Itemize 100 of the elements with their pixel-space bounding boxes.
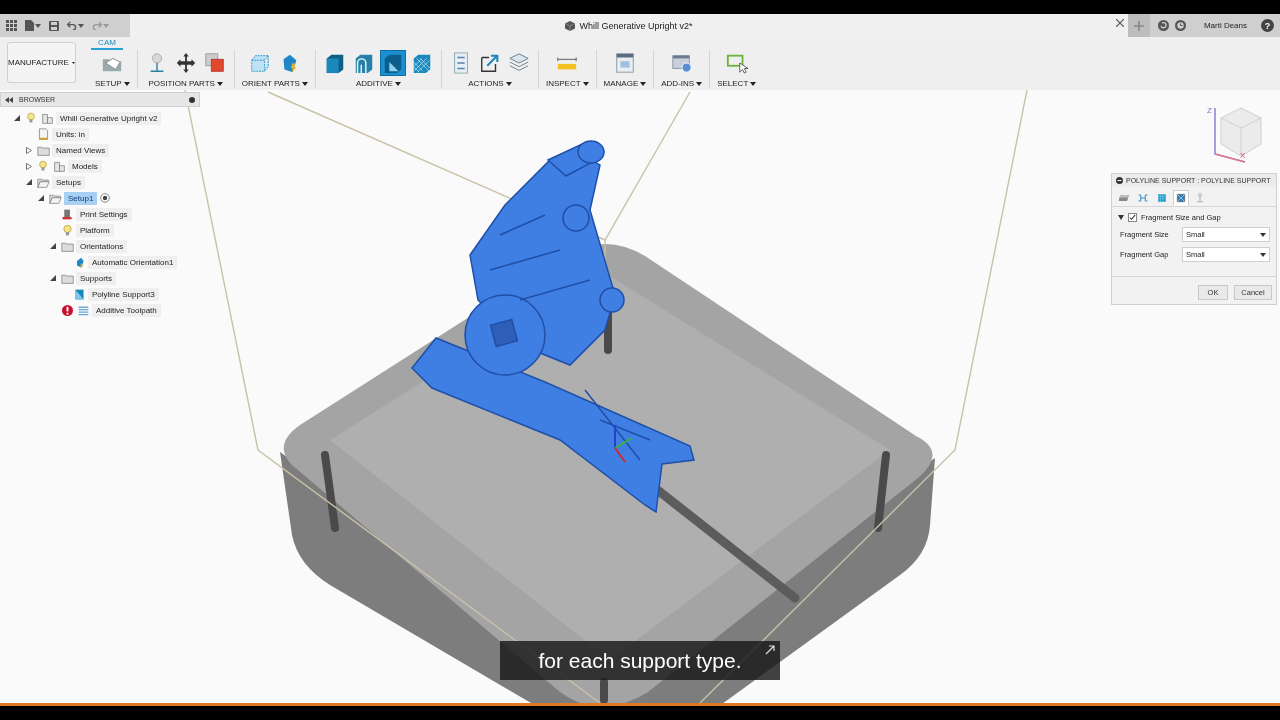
expand-arrow-icon <box>765 645 775 655</box>
new-tab-button[interactable] <box>1127 14 1150 37</box>
document-icon <box>36 127 50 141</box>
mesh-square-icon <box>1175 192 1187 204</box>
caret-icon <box>750 81 757 86</box>
wireframe-box-icon <box>249 52 272 74</box>
expand-arrow-icon[interactable] <box>26 162 32 170</box>
caret-icon <box>103 23 109 28</box>
caret-down-icon <box>1118 215 1124 220</box>
grid-icon <box>6 20 17 31</box>
caret-icon <box>1260 252 1266 257</box>
expanded-triangle-icon <box>50 243 56 249</box>
expand-arrow-icon[interactable] <box>26 146 32 154</box>
collapse-arrow-icon[interactable] <box>26 179 32 185</box>
tree-item[interactable]: Whill Generative Upright v2 <box>56 111 162 125</box>
minus-circle-icon <box>1116 177 1123 184</box>
layers-icon <box>1118 192 1130 204</box>
window-icon <box>613 52 636 74</box>
caret-icon <box>640 81 647 86</box>
tree-item[interactable]: Supports <box>76 271 117 285</box>
expanded-triangle-icon <box>26 179 32 185</box>
caret-icon <box>216 81 223 86</box>
pin-panel-button[interactable] <box>189 96 195 103</box>
component-icon <box>40 111 54 125</box>
tree-item[interactable]: Setups <box>52 175 85 189</box>
caret-icon <box>35 23 41 28</box>
tree-item[interactable]: Models <box>68 159 102 173</box>
tree-item[interactable]: Additive Toolpath <box>92 303 161 317</box>
toolbar-dropdown[interactable]: POSITION PARTS <box>148 79 223 88</box>
undo-button[interactable] <box>67 21 84 30</box>
clock-icon <box>1174 20 1186 31</box>
caret-icon <box>394 81 401 86</box>
toolbar-dropdown[interactable]: ADDITIVE <box>355 79 401 88</box>
document-tab[interactable]: Whill Generative Upright v2* <box>130 14 1128 37</box>
document-title: Whill Generative Upright v2* <box>579 20 693 31</box>
section-toggle[interactable] <box>1118 215 1124 220</box>
tree-item[interactable]: Setup1 <box>64 191 98 205</box>
file-menu-button[interactable] <box>25 20 41 31</box>
undo-icon <box>67 21 77 30</box>
caret-icon <box>696 81 703 86</box>
collapse-panel-button[interactable] <box>5 96 13 103</box>
mesh-block-icon <box>410 52 433 74</box>
tree-item[interactable]: Named Views <box>52 143 110 157</box>
move-icon <box>174 52 197 74</box>
checkbox[interactable] <box>1128 213 1137 222</box>
toolbar-dropdown[interactable]: ACTIONS <box>468 79 512 88</box>
collapse-arrow-icon[interactable] <box>38 195 44 201</box>
layers-icon <box>507 52 530 74</box>
redo-icon <box>92 21 102 30</box>
tree-item[interactable]: Units: in <box>52 127 89 141</box>
workspace-dropdown[interactable]: MANUFACTURE <box>7 42 76 83</box>
caret-icon <box>301 81 308 86</box>
plus-icon <box>1133 20 1144 31</box>
sync-icon <box>1157 20 1169 31</box>
save-icon <box>49 20 59 31</box>
toolbar-dropdown[interactable]: ORIENT PARTS <box>241 79 308 88</box>
expanded-triangle-icon <box>38 195 44 201</box>
expanded-triangle-icon <box>14 115 20 121</box>
support-icon <box>72 287 86 301</box>
help-button[interactable]: ? <box>1261 19 1274 32</box>
toolbar-dropdown[interactable]: SETUP <box>95 79 130 88</box>
caret-icon <box>1260 232 1266 237</box>
save-button[interactable] <box>49 20 59 31</box>
dialog-tab[interactable] <box>1173 190 1189 206</box>
caret-icon <box>71 60 75 65</box>
collapse-arrow-icon[interactable] <box>14 115 20 121</box>
close-tab-button[interactable] <box>1115 19 1124 27</box>
add-ins-icon <box>670 52 693 74</box>
caret-icon <box>78 23 84 28</box>
collapse-arrow-icon[interactable] <box>50 243 56 249</box>
notifications-button[interactable] <box>1174 20 1186 31</box>
cube-icon <box>565 20 576 31</box>
anchor-pin-icon <box>1194 192 1206 204</box>
tree-item[interactable]: Automatic Orientation1 <box>88 255 178 269</box>
toolbar-dropdown[interactable]: ADD-INS <box>661 79 703 88</box>
bars-icon <box>1137 192 1149 204</box>
axis-label: X <box>1240 151 1246 160</box>
bulb-icon <box>60 223 74 237</box>
tree-item[interactable]: Platform <box>76 223 114 237</box>
axis-label: Z <box>1207 106 1212 115</box>
caret-icon <box>123 81 130 86</box>
tree-item[interactable]: Print Settings <box>76 207 132 221</box>
component-icon <box>52 159 66 173</box>
grid-square-icon <box>1156 192 1168 204</box>
user-name[interactable]: Marti Deans <box>1203 21 1247 30</box>
apps-grid-icon[interactable] <box>6 20 17 31</box>
axis-triad-drawing <box>614 424 633 463</box>
job-status-button[interactable] <box>1157 20 1169 31</box>
tree-item[interactable]: Polyline Support3 <box>88 287 159 301</box>
check-icon <box>1129 214 1136 221</box>
pin-icon <box>189 96 195 103</box>
toolbar-dropdown[interactable]: INSPECT <box>545 79 589 88</box>
export-icon <box>478 52 501 74</box>
toolbar-dropdown[interactable]: SELECT <box>717 79 757 88</box>
close-icon <box>1115 19 1124 27</box>
toolbar-dropdown[interactable]: MANAGE <box>603 79 647 88</box>
double-arrow-left-icon <box>5 96 13 103</box>
overlapping-squares-icon <box>203 52 226 74</box>
tree-item[interactable]: Orientations <box>76 239 128 253</box>
collapse-arrow-icon[interactable] <box>50 275 56 281</box>
